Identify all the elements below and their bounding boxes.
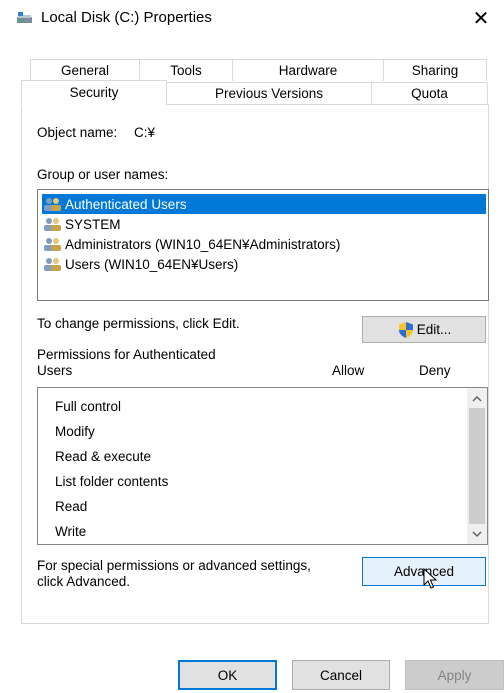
scroll-up-button[interactable] — [467, 388, 487, 408]
list-item: Read — [55, 498, 88, 514]
list-item-label: Authenticated Users — [65, 196, 187, 212]
tab-previous-versions[interactable]: Previous Versions — [166, 82, 372, 104]
advanced-text-line2: click Advanced. — [37, 574, 131, 589]
advanced-text-line1: For special permissions or advanced sett… — [37, 558, 311, 573]
tab-general[interactable]: General — [30, 59, 140, 81]
close-button[interactable]: ✕ — [458, 0, 504, 36]
apply-button-label: Apply — [437, 667, 472, 683]
list-item[interactable]: Authenticated Users — [42, 194, 486, 214]
list-item-label: SYSTEM — [65, 216, 121, 232]
mouse-pointer-icon — [423, 568, 437, 589]
edit-button-label: Edit... — [416, 322, 452, 337]
object-name-value: C:¥ — [134, 125, 156, 140]
scrollbar-thumb[interactable] — [469, 408, 485, 524]
permissions-header-line1: Permissions for Authenticated — [37, 347, 216, 362]
tab-row-2: Security Previous Versions Quota — [21, 80, 488, 104]
tab-row-1: General Tools Hardware Sharing — [30, 59, 487, 81]
tab-quota[interactable]: Quota — [371, 82, 488, 104]
chevron-down-icon — [472, 530, 482, 537]
edit-button[interactable]: Edit... — [362, 316, 486, 343]
deny-column-header: Deny — [419, 363, 451, 378]
window-title: Local Disk (C:) Properties — [41, 9, 212, 26]
scroll-down-button[interactable] — [467, 524, 487, 544]
object-name-label: Object name: — [37, 125, 118, 140]
user-group-icon — [44, 198, 61, 211]
user-group-icon — [44, 238, 61, 251]
list-item[interactable]: SYSTEM — [42, 214, 121, 234]
ok-button-label: OK — [217, 667, 238, 683]
chevron-up-icon — [472, 395, 482, 402]
list-item: List folder contents — [55, 473, 169, 489]
tab-sharing[interactable]: Sharing — [383, 59, 487, 81]
list-item: Modify — [55, 423, 95, 439]
cancel-button-label: Cancel — [319, 667, 363, 683]
group-users-label: Group or user names: — [37, 167, 169, 182]
list-item: Write — [55, 523, 87, 539]
allow-column-header: Allow — [332, 363, 365, 378]
list-item-label: Administrators (WIN10_64EN¥Administrator… — [65, 236, 341, 252]
change-permissions-text: To change permissions, click Edit. — [37, 316, 240, 331]
permissions-header-line2: Users — [37, 363, 73, 378]
group-users-list[interactable]: Authenticated Users SYSTEM Administrator… — [37, 189, 489, 301]
list-item-label: Users (WIN10_64EN¥Users) — [65, 256, 239, 272]
drive-icon — [17, 12, 33, 24]
cancel-button[interactable]: Cancel — [292, 660, 390, 690]
user-group-icon — [44, 218, 61, 231]
title-bar: Local Disk (C:) Properties ✕ — [0, 0, 504, 36]
permissions-scrollbar[interactable] — [467, 388, 487, 544]
user-group-icon — [44, 258, 61, 271]
permissions-list[interactable]: Full control Modify Read & execute List … — [37, 387, 488, 545]
list-item[interactable]: Users (WIN10_64EN¥Users) — [42, 254, 238, 274]
close-icon: ✕ — [472, 7, 490, 30]
tab-tools[interactable]: Tools — [139, 59, 233, 81]
tab-hardware[interactable]: Hardware — [232, 59, 384, 81]
ok-button[interactable]: OK — [178, 660, 277, 690]
uac-shield-icon — [398, 321, 413, 338]
apply-button[interactable]: Apply — [405, 660, 504, 690]
tab-security[interactable]: Security — [21, 80, 167, 104]
list-item: Read & execute — [55, 448, 152, 464]
list-item[interactable]: Administrators (WIN10_64EN¥Administrator… — [42, 234, 340, 254]
list-item: Full control — [55, 398, 122, 414]
